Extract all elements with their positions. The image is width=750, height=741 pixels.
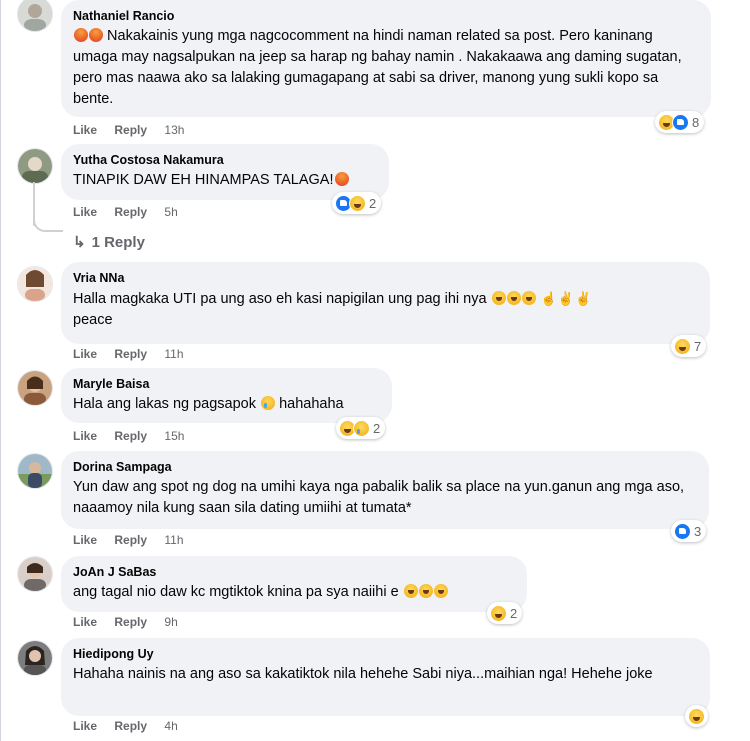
reactions-summary[interactable]: 8 [655,111,705,133]
rofl-emoji-icon [403,584,418,598]
view-replies-link[interactable]: ↳ 1 Reply [73,233,145,251]
comment-author[interactable]: Hiedipong Uy [73,646,698,662]
reply-button[interactable]: Reply [114,123,147,137]
comment-bubble: JoAn J SaBas ang tagal nio daw kc mgtikt… [61,556,527,612]
angry-emoji-icon [89,28,103,42]
reaction-count: 2 [510,605,518,621]
sad-reaction-icon [353,419,370,437]
comment-timestamp[interactable]: 9h [164,615,177,629]
profile-photo [18,454,52,488]
like-button[interactable]: Like [73,347,97,361]
comment-author[interactable]: JoAn J SaBas [73,564,515,580]
reply-button[interactable]: Reply [114,615,147,629]
comment-actions: Like Reply 13h [73,123,184,137]
like-button[interactable]: Like [73,429,97,443]
reply-button[interactable]: Reply [114,429,147,443]
angry-emoji-icon [74,28,88,42]
profile-photo [18,0,52,31]
like-reaction-icon [674,522,691,540]
reply-button[interactable]: Reply [114,205,147,219]
comment-actions: Like Reply 15h [73,429,184,443]
profile-photo [18,371,52,405]
comment-bubble: Hiedipong Uy Hahaha nainis na ang aso sa… [61,638,710,716]
comment-actions: Like Reply 11h [73,347,184,361]
reaction-count: 2 [369,195,377,211]
reactions-summary[interactable]: 2 [332,192,382,214]
reply-button[interactable]: Reply [114,533,147,547]
reactions-summary[interactable]: 2 [336,417,386,439]
profile-photo [18,149,52,183]
comment-author[interactable]: Yutha Costosa Nakamura [73,152,377,168]
comment-text: TINAPIK DAW EH HINAMPAS TALAGA! [73,170,377,191]
peace-hand-icon: ✌ [557,291,574,306]
avatar[interactable] [17,640,53,676]
like-button[interactable]: Like [73,615,97,629]
reaction-count: 2 [373,420,381,436]
comment-actions: Like Reply 11h [73,533,184,547]
haha-reaction-icon [674,337,691,355]
reaction-count: 7 [694,338,702,354]
comment-actions: Like Reply 5h [73,205,178,219]
comment-timestamp[interactable]: 5h [164,205,177,219]
like-reaction-icon [672,113,689,131]
pointing-hand-icon: ☝ [540,291,557,306]
comment-text: Hala ang lakas ng pagsapok hahahaha [73,396,344,412]
reactions-summary[interactable]: 2 [487,602,523,624]
comment-timestamp[interactable]: 13h [164,123,184,137]
reaction-count: 8 [692,114,700,130]
like-button[interactable]: Like [73,123,97,137]
like-button[interactable]: Like [73,205,97,219]
avatar[interactable] [17,453,53,489]
angry-emoji-icon [334,172,349,186]
comment-author[interactable]: Dorina Sampaga [73,459,697,475]
comment-timestamp[interactable]: 4h [164,719,177,733]
profile-photo [18,557,52,591]
reactions-summary[interactable]: 3 [671,520,707,542]
comment-author[interactable]: Vria NNa [73,270,698,286]
like-button[interactable]: Like [73,719,97,733]
comment-actions: Like Reply 9h [73,615,178,629]
rofl-emoji-icon [418,584,433,598]
avatar[interactable] [17,0,53,32]
comment-timestamp[interactable]: 15h [164,429,184,443]
comment-text: Nakakainis yung mga nagcocomment na hind… [73,28,682,107]
comment-bubble: Maryle Baisa Hala ang lakas ng pagsapok … [61,368,392,423]
comment-text: Halla magkaka UTI pa ung aso eh kasi nap… [73,288,698,331]
profile-photo [18,267,52,301]
reply-button[interactable]: Reply [114,719,147,733]
comment-timestamp[interactable]: 11h [164,533,183,547]
reactions-summary[interactable] [685,705,708,727]
comment-text: ang tagal nio daw kc mgtiktok knina pa s… [73,582,515,603]
avatar[interactable] [17,556,53,592]
rofl-emoji-icon [521,291,536,305]
haha-reaction-icon [490,604,507,622]
haha-reaction-icon [349,194,366,212]
avatar[interactable] [17,266,53,302]
comment-bubble: Dorina Sampaga Yun daw ang spot ng dog n… [61,451,709,529]
thread-connector [33,218,63,232]
comment-text: Yun daw ang spot ng dog na umihi kaya ng… [73,479,685,516]
comment-bubble: Vria NNa Halla magkaka UTI pa ung aso eh… [61,262,710,344]
rofl-emoji-icon [491,291,506,305]
haha-reaction-icon [688,707,705,725]
peace-hand-icon: ✌ [574,291,592,306]
reaction-count: 3 [694,523,702,539]
comment-author[interactable]: Maryle Baisa [73,376,380,392]
avatar[interactable] [17,148,53,184]
comment-timestamp[interactable]: 11h [164,347,183,361]
reply-arrow-icon: ↳ [73,234,86,251]
comment-bubble: Nathaniel Rancio Nakakainis yung mga nag… [61,0,711,117]
rofl-emoji-icon [433,584,448,598]
panel-border [0,0,1,741]
crying-emoji-icon [261,396,276,410]
reactions-summary[interactable]: 7 [671,335,707,357]
comment-actions: Like Reply 4h [73,719,178,733]
comment-author[interactable]: Nathaniel Rancio [73,8,699,24]
rofl-emoji-icon [506,291,521,305]
profile-photo [18,641,52,675]
avatar[interactable] [17,370,53,406]
comment-text: Hahaha nainis na ang aso sa kakatiktok n… [73,666,653,682]
reply-button[interactable]: Reply [114,347,147,361]
like-button[interactable]: Like [73,533,97,547]
